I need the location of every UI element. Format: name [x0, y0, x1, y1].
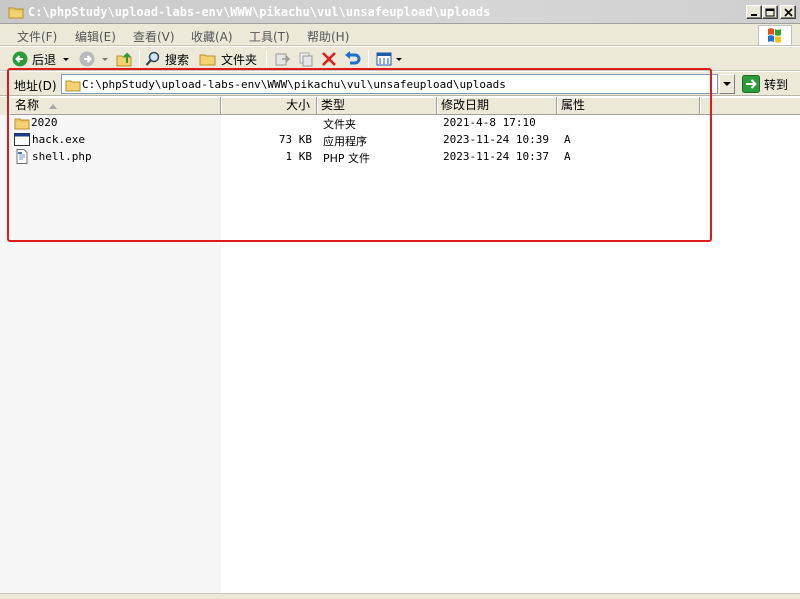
file-size: 1 KB [285, 150, 313, 163]
windows-logo-icon [758, 25, 792, 46]
search-button[interactable]: 搜索 [145, 49, 189, 69]
menu-tools[interactable]: 工具(T) [249, 28, 290, 45]
file-type: PHP 文件 [323, 152, 371, 165]
column-size[interactable]: 大小 [221, 97, 317, 115]
column-size-label: 大小 [285, 98, 310, 112]
file-name: hack.exe [32, 133, 85, 146]
column-empty [700, 97, 800, 115]
file-row-hack-exe[interactable]: hack.exe 73 KB 应用程序 2023-11-24 10:39 A [0, 132, 800, 149]
delete-button[interactable] [321, 49, 337, 69]
views-icon [376, 52, 392, 66]
close-button[interactable] [780, 5, 796, 19]
menu-favorites[interactable]: 收藏(A) [191, 28, 233, 45]
sort-ascending-icon [49, 104, 57, 109]
up-folder-button[interactable] [116, 49, 134, 69]
file-row-2020[interactable]: 2020 文件夹 2021-4-8 17:10 [0, 115, 800, 132]
minimize-button[interactable] [746, 5, 762, 19]
copy-to-icon [299, 52, 313, 67]
file-row-shell-php[interactable]: shell.php 1 KB PHP 文件 2023-11-24 10:37 A [0, 149, 800, 166]
go-label: 转到 [764, 77, 789, 92]
column-header: 名称 大小 类型 修改日期 属性 [0, 97, 800, 115]
chevron-down-icon[interactable] [61, 54, 71, 64]
folders-button[interactable]: 文件夹 [199, 49, 257, 69]
file-attr: A [564, 150, 571, 163]
file-type: 应用程序 [323, 135, 367, 148]
forward-arrow-icon [79, 51, 95, 67]
address-label: 地址(D) [14, 79, 57, 93]
address-bar: 地址(D) C:\phpStudy\upload-labs-env\WWW\pi… [0, 72, 800, 96]
window-title: C:\phpStudy\upload-labs-env\WWW\pikachu\… [28, 5, 491, 19]
file-size: 73 KB [278, 133, 312, 146]
chevron-down-icon [723, 82, 731, 86]
status-bar-edge [0, 593, 800, 599]
exe-icon [14, 132, 30, 150]
menu-help[interactable]: 帮助(H) [307, 28, 349, 45]
up-folder-icon [116, 52, 132, 67]
chevron-down-icon[interactable] [394, 54, 404, 64]
folder-icon [65, 78, 81, 95]
column-attributes-label: 属性 [561, 98, 586, 112]
menu-edit[interactable]: 编辑(E) [75, 28, 116, 45]
file-name: 2020 [31, 116, 58, 129]
file-modified: 2023-11-24 10:37 [443, 150, 549, 163]
back-arrow-icon [12, 51, 28, 67]
chevron-down-icon[interactable] [100, 54, 110, 64]
file-type: 文件夹 [323, 118, 356, 131]
file-modified: 2021-4-8 17:10 [443, 116, 536, 129]
copy-to-button[interactable] [298, 49, 314, 69]
views-button[interactable] [376, 49, 404, 69]
search-icon [145, 51, 160, 66]
address-input[interactable]: C:\phpStudy\upload-labs-env\WWW\pikachu\… [61, 74, 718, 94]
undo-button[interactable] [344, 49, 362, 69]
column-name-label: 名称 [15, 98, 40, 112]
php-file-icon [14, 149, 30, 167]
go-arrow-icon [742, 75, 760, 93]
menu-file[interactable]: 文件(F) [17, 28, 57, 45]
delete-icon [322, 52, 336, 66]
column-modified[interactable]: 修改日期 [437, 97, 557, 115]
folder-icon [14, 115, 30, 133]
file-modified: 2023-11-24 10:39 [443, 133, 549, 146]
column-type[interactable]: 类型 [317, 97, 437, 115]
move-to-icon [275, 53, 290, 66]
column-name[interactable]: 名称 [10, 97, 221, 115]
back-button[interactable]: 后退 [12, 49, 71, 69]
file-attr: A [564, 133, 571, 146]
go-button[interactable]: 转到 [742, 75, 788, 93]
folder-icon [199, 54, 216, 66]
column-type-label: 类型 [321, 98, 346, 112]
address-dropdown-button[interactable] [719, 74, 735, 94]
toolbar-divider [266, 50, 267, 68]
toolbar-divider [139, 50, 140, 68]
forward-button[interactable] [79, 49, 110, 69]
toolbar-divider [368, 50, 369, 68]
title-bar[interactable]: C:\phpStudy\upload-labs-env\WWW\pikachu\… [0, 0, 800, 24]
menu-bar: 文件(F) 编辑(E) 查看(V) 收藏(A) 工具(T) 帮助(H) [0, 24, 800, 46]
undo-icon [345, 51, 361, 65]
file-list: 2020 文件夹 2021-4-8 17:10 hack.exe 73 KB 应… [0, 115, 800, 599]
menu-view[interactable]: 查看(V) [133, 28, 175, 45]
folders-label: 文件夹 [221, 52, 258, 67]
file-name: shell.php [32, 150, 92, 163]
maximize-button[interactable] [762, 5, 778, 19]
name-column-background [0, 115, 221, 599]
column-attributes[interactable]: 属性 [557, 97, 700, 115]
address-value: C:\phpStudy\upload-labs-env\WWW\pikachu\… [82, 78, 506, 91]
move-to-button[interactable] [274, 49, 290, 69]
column-modified-label: 修改日期 [441, 98, 490, 112]
folder-icon [8, 5, 24, 22]
back-label: 后退 [32, 52, 57, 67]
search-label: 搜索 [165, 52, 190, 67]
toolbar: 后退 搜索 文件夹 [0, 47, 800, 71]
